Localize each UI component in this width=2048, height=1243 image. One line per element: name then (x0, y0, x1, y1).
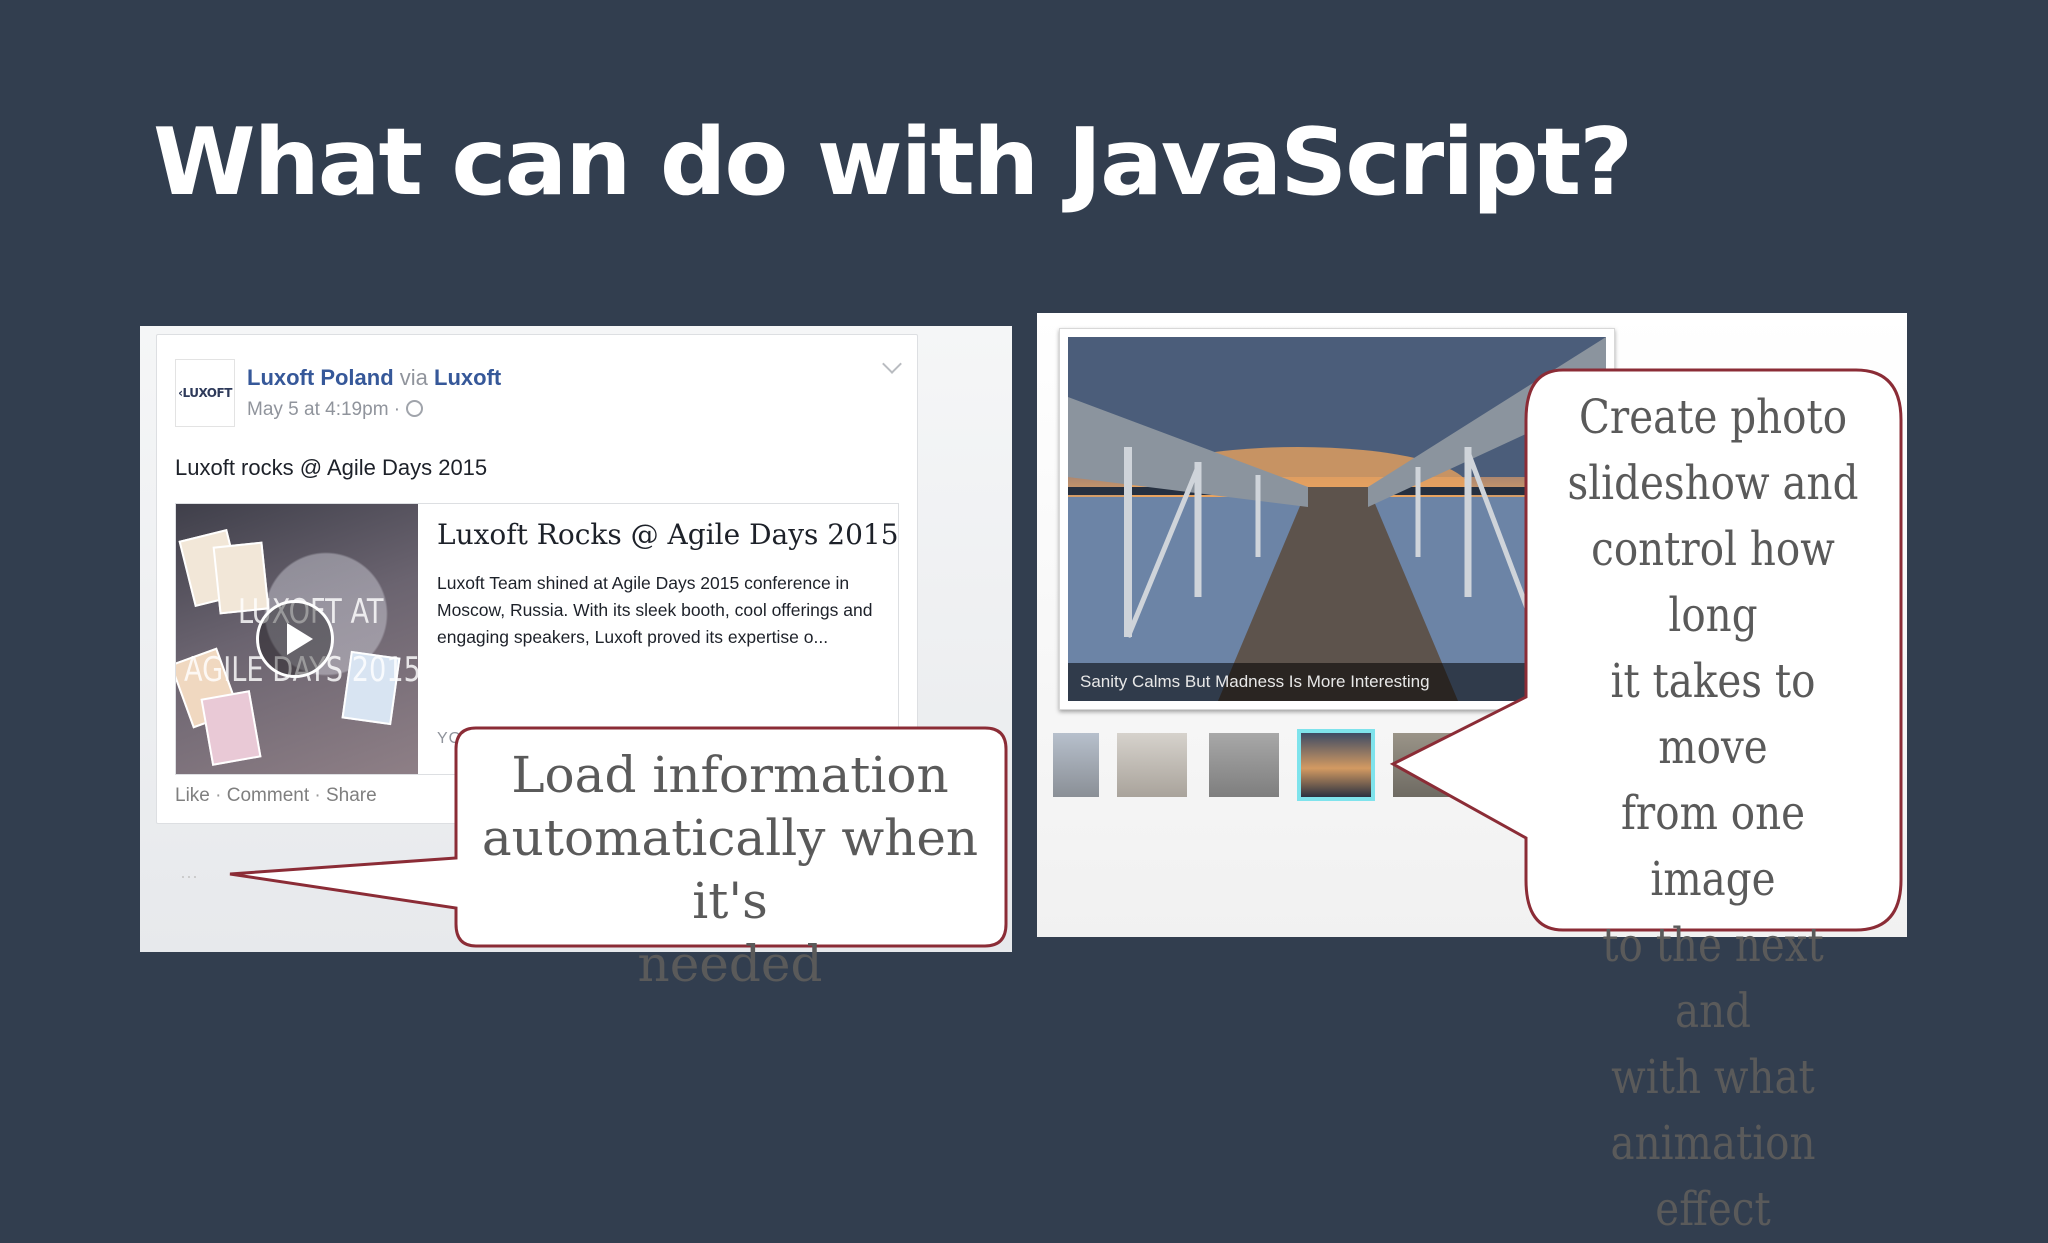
callout-line: animation effect (1610, 1116, 1816, 1237)
callout-line: Create photo (1578, 390, 1848, 445)
callout-line: to the next and (1602, 918, 1824, 1039)
callout-line: with what (1611, 1050, 1815, 1105)
callout-line: it takes to move (1610, 654, 1816, 775)
callout-right-text: Create photo slideshow and control how l… (1561, 385, 1865, 1243)
callout-line: control how long (1591, 522, 1835, 643)
callout-line: slideshow and (1567, 456, 1859, 511)
callout-line: from one image (1620, 786, 1806, 907)
